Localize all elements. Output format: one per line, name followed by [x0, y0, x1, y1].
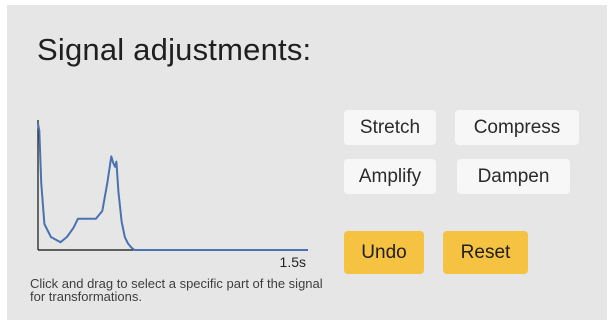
stretch-button[interactable]: Stretch: [344, 110, 436, 145]
panel-title: Signal adjustments:: [37, 32, 312, 67]
signal-chart[interactable]: 1.5s: [28, 114, 318, 274]
compress-button[interactable]: Compress: [455, 110, 579, 145]
signal-adjustments-panel: Signal adjustments: 1.5s Click and drag …: [7, 5, 607, 320]
instruction-text: Click and drag to select a specific part…: [30, 276, 323, 304]
amplify-button[interactable]: Amplify: [344, 159, 436, 194]
reset-button[interactable]: Reset: [443, 231, 528, 274]
undo-button[interactable]: Undo: [344, 231, 424, 274]
dampen-button[interactable]: Dampen: [457, 159, 570, 194]
signal-line[interactable]: [37, 123, 308, 251]
x-axis-end-label: 1.5s: [280, 254, 306, 270]
